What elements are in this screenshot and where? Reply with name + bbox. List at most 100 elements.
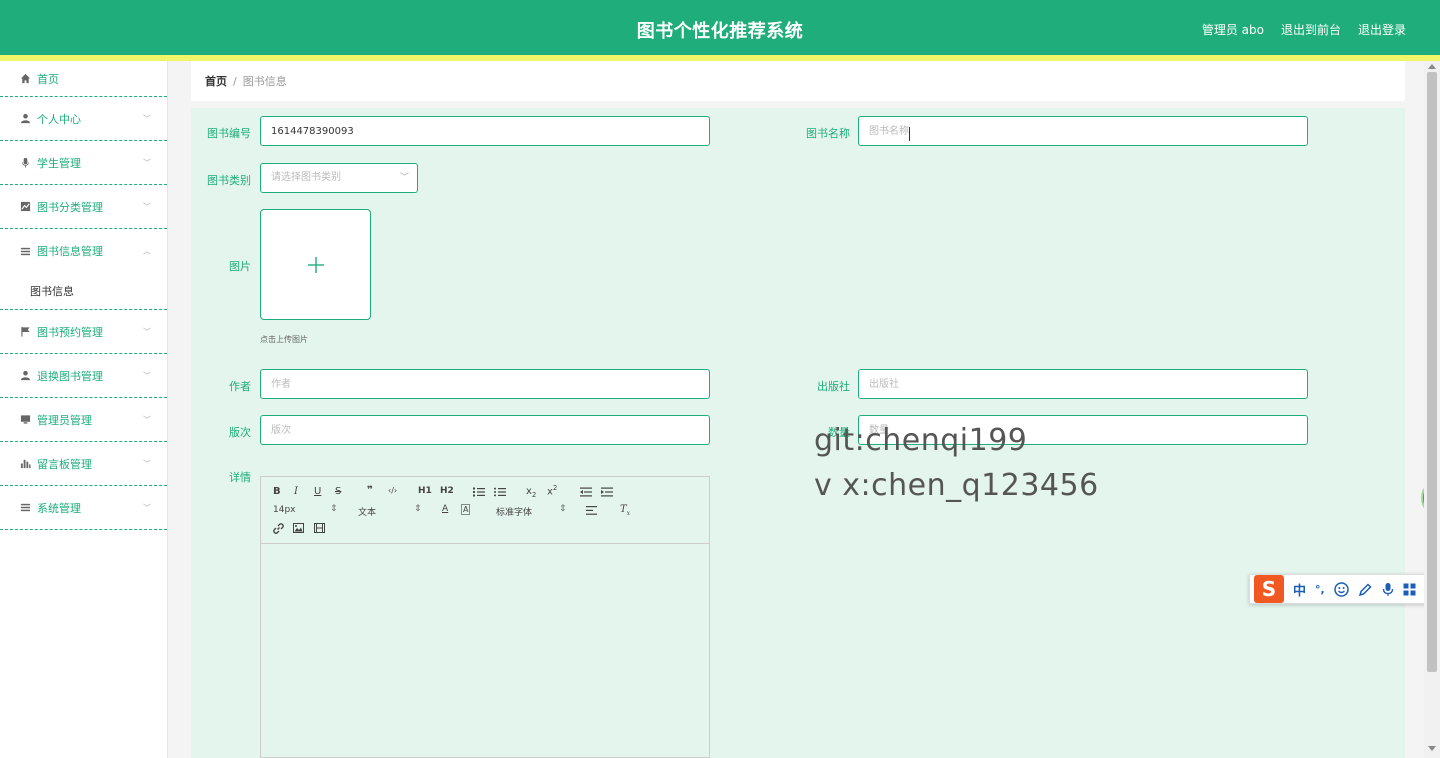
background-color-icon[interactable]: A: [461, 504, 471, 515]
author-input[interactable]: [260, 369, 710, 399]
logout-link[interactable]: 退出登录: [1358, 21, 1406, 38]
sidebar-item-label: 图书分类管理: [37, 200, 103, 214]
header-links: 管理员 abo 退出到前台 退出登录: [1202, 21, 1406, 38]
ime-punct-toggle[interactable]: °,: [1315, 583, 1325, 596]
bullet-list-icon[interactable]: [494, 487, 506, 497]
subscript-icon[interactable]: x2: [526, 486, 536, 499]
scroll-down-arrow-icon[interactable]: [1428, 746, 1436, 751]
breadcrumb-separator: /: [233, 74, 237, 88]
pen-icon[interactable]: [1358, 582, 1373, 597]
font-size-arrows-icon: ⇕: [330, 504, 338, 514]
ime-toolbar: S 中 °,: [1249, 574, 1437, 604]
indent-icon[interactable]: [601, 487, 613, 497]
sidebar-item-students[interactable]: 学生管理 ﹀: [0, 141, 167, 185]
scroll-up-arrow-icon[interactable]: [1428, 64, 1436, 69]
clear-format-icon[interactable]: Tx: [620, 504, 630, 517]
sidebar-item-book-info[interactable]: 图书信息管理 ︿: [0, 229, 167, 273]
edition-label: 版次: [229, 426, 251, 439]
watermark-line-1: git:chenqi199: [814, 423, 1028, 458]
chevron-down-icon: ﹀: [399, 173, 409, 183]
superscript-icon[interactable]: x2: [547, 484, 557, 497]
link-icon[interactable]: [273, 523, 284, 534]
chevron-up-icon: ︿: [143, 246, 151, 256]
voice-icon[interactable]: [1382, 582, 1394, 597]
breadcrumb-home[interactable]: 首页: [205, 73, 227, 89]
sidebar-item-admins[interactable]: 管理员管理 ﹀: [0, 398, 167, 442]
sidebar-item-label: 退换图书管理: [37, 369, 103, 383]
book-no-label: 图书编号: [207, 127, 251, 140]
chevron-down-icon: ﹀: [143, 114, 151, 123]
font-size-select[interactable]: 14px: [273, 505, 296, 515]
category-select[interactable]: 请选择图书类别 ﹀: [260, 163, 418, 193]
italic-button[interactable]: I: [294, 486, 298, 497]
sidebar-item-reservation[interactable]: 图书预约管理 ﹀: [0, 310, 167, 354]
font-color-icon[interactable]: A: [442, 504, 448, 514]
sidebar-item-personal-center[interactable]: 个人中心 ﹀: [0, 97, 167, 141]
blockquote-button[interactable]: ❞: [367, 485, 373, 496]
sidebar-item-label: 留言板管理: [37, 457, 92, 471]
sidebar-item-home[interactable]: 首页: [0, 61, 167, 97]
font-family-arrows-icon: ⇕: [559, 504, 567, 514]
heading1-button[interactable]: H1: [418, 486, 432, 496]
heading2-button[interactable]: H2: [440, 486, 454, 496]
bold-button[interactable]: B: [273, 486, 281, 497]
editor-toolbar: B I U S ❞ ‹/› H1 H2 x2 x2 14px ⇕ 文本 ⇕ A …: [261, 477, 709, 544]
sidebar-item-label: 首页: [37, 72, 59, 86]
bar-chart-icon: [19, 458, 31, 470]
publisher-input[interactable]: [858, 369, 1308, 399]
text-cursor: [909, 127, 910, 141]
outdent-icon[interactable]: [580, 487, 592, 497]
video-icon[interactable]: [314, 523, 325, 533]
font-family-select[interactable]: 标准字体: [496, 505, 532, 518]
plus-icon: [307, 256, 324, 273]
sidebar-item-label: 图书预约管理: [37, 325, 103, 339]
sidebar-item-book-category[interactable]: 图书分类管理 ﹀: [0, 185, 167, 229]
toolbox-icon[interactable]: [1403, 583, 1416, 596]
page-scrollbar-thumb[interactable]: [1427, 72, 1437, 672]
header-bar: 图书个性化推荐系统 管理员 abo 退出到前台 退出登录: [0, 0, 1440, 55]
author-label: 作者: [229, 380, 251, 393]
back-to-frontend-link[interactable]: 退出到前台: [1281, 21, 1341, 38]
home-icon: [19, 73, 31, 85]
text-style-select[interactable]: 文本: [358, 505, 376, 518]
editor-content-area[interactable]: [261, 545, 709, 757]
underline-button[interactable]: U: [314, 486, 321, 497]
detail-editor: B I U S ❞ ‹/› H1 H2 x2 x2 14px ⇕ 文本 ⇕ A …: [260, 476, 710, 758]
user-icon: [19, 113, 31, 125]
image-icon[interactable]: [293, 523, 304, 533]
sidebar-item-messages[interactable]: 留言板管理 ﹀: [0, 442, 167, 486]
sogou-logo-icon[interactable]: S: [1254, 575, 1284, 603]
publisher-label: 出版社: [817, 380, 850, 393]
code-block-button[interactable]: ‹/›: [388, 486, 397, 495]
strike-button[interactable]: S: [335, 486, 341, 497]
sidebar-item-returns[interactable]: 退换图书管理 ﹀: [0, 354, 167, 398]
breadcrumb-current: 图书信息: [242, 75, 287, 88]
edition-input[interactable]: [260, 415, 710, 445]
book-name-input[interactable]: [858, 116, 1308, 146]
user-icon: [19, 370, 31, 382]
book-name-label: 图书名称: [806, 127, 850, 140]
sidebar-item-label: 管理员管理: [37, 413, 92, 427]
chevron-down-icon: ﹀: [143, 202, 151, 211]
sidebar-item-system[interactable]: 系统管理 ﹀: [0, 486, 167, 530]
book-no-input[interactable]: [260, 116, 710, 146]
flag-icon: [19, 326, 31, 338]
chevron-down-icon: ﹀: [143, 503, 151, 512]
list-icon: [19, 245, 31, 257]
list-icon: [19, 502, 31, 514]
sidebar-item-label: 系统管理: [37, 501, 81, 515]
ordered-list-icon[interactable]: [473, 487, 485, 497]
image-upload-button[interactable]: [260, 209, 371, 320]
ime-mode-toggle[interactable]: 中: [1293, 580, 1306, 599]
category-label: 图书类别: [207, 174, 251, 187]
chevron-down-icon: ﹀: [143, 158, 151, 167]
text-style-arrows-icon: ⇕: [414, 504, 422, 514]
sidebar-item-label: 学生管理: [37, 156, 81, 170]
sidebar-subitem-book-info[interactable]: 图书信息: [0, 273, 167, 310]
align-icon[interactable]: [586, 506, 597, 515]
breadcrumb: 首页 / 图书信息: [191, 61, 1405, 101]
category-select-placeholder: 请选择图书类别: [271, 172, 341, 183]
chart-icon: [19, 201, 31, 213]
emoji-icon[interactable]: [1333, 581, 1349, 597]
microphone-icon: [19, 157, 31, 169]
